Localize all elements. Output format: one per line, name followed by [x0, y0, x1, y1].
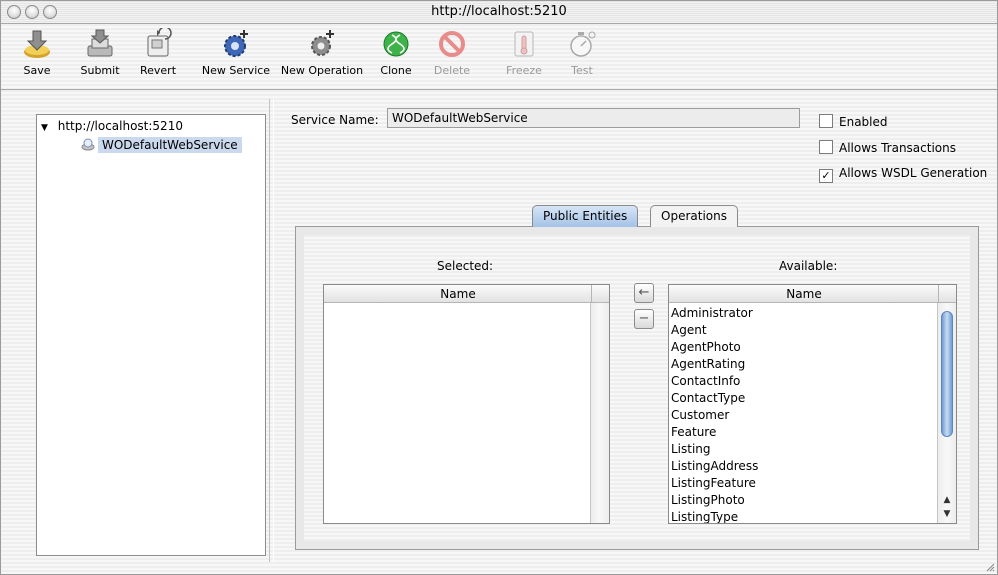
new-operation-icon — [311, 30, 334, 56]
clone-button[interactable]: Clone — [378, 28, 414, 77]
delete-button[interactable]: Delete — [430, 28, 474, 77]
vertical-scrollbar[interactable]: ▲ ▼ — [937, 303, 956, 523]
submit-icon — [87, 29, 113, 57]
list-item[interactable]: Listing — [671, 441, 758, 458]
scroll-thumb[interactable] — [941, 311, 953, 437]
list-item[interactable]: Administrator — [671, 305, 758, 322]
available-caption: Available: — [779, 259, 838, 273]
resize-grip-icon[interactable] — [985, 562, 995, 572]
title-bar[interactable]: http://localhost:5210 — [1, 1, 997, 24]
new-service-button[interactable]: New Service — [200, 28, 272, 77]
revert-button[interactable]: Revert — [136, 28, 180, 77]
allows-transactions-checkbox[interactable]: Allows Transactions — [819, 140, 956, 155]
revert-icon — [147, 28, 172, 57]
tree-root-label: http://localhost:5210 — [57, 119, 183, 133]
list-item[interactable]: ListingAddress — [671, 458, 758, 475]
add-entity-button[interactable]: ← — [634, 283, 654, 303]
list-item[interactable]: ListingType — [671, 509, 758, 523]
tree-item-label: WODefaultWebService — [98, 137, 242, 153]
checkbox-box[interactable] — [819, 114, 833, 128]
scroll-down-arrow-icon[interactable]: ▼ — [938, 507, 956, 521]
new-service-icon — [224, 30, 248, 57]
clone-icon — [383, 31, 409, 57]
tab-public-entities[interactable]: Public Entities — [532, 205, 639, 227]
list-item[interactable]: AgentPhoto — [671, 339, 758, 356]
tree-item-service[interactable]: WODefaultWebService — [81, 137, 242, 155]
list-item[interactable]: ContactInfo — [671, 373, 758, 390]
toolbar: Save Submit Revert New Service New Opera… — [1, 24, 997, 90]
vertical-scrollbar[interactable] — [590, 303, 609, 523]
list-item[interactable]: Customer — [671, 407, 758, 424]
selected-caption: Selected: — [437, 259, 494, 273]
save-icon — [24, 30, 50, 58]
arrow-left-icon: ← — [638, 285, 650, 300]
allows-wsdl-generation-checkbox[interactable]: ✓ Allows WSDL Generation — [819, 166, 987, 183]
selected-entities-table[interactable]: Name — [323, 284, 610, 524]
new-operation-button[interactable]: New Operation — [279, 28, 365, 77]
column-header-name[interactable]: Name — [324, 285, 592, 303]
stopwatch-icon — [570, 31, 596, 57]
header-corner — [938, 285, 956, 303]
freeze-button[interactable]: Freeze — [499, 28, 549, 77]
list-item[interactable]: AgentRating — [671, 356, 758, 373]
list-item[interactable]: ContactType — [671, 390, 758, 407]
disclosure-triangle-icon[interactable]: ▼ — [41, 123, 48, 133]
checkmark-icon[interactable]: ✓ — [819, 169, 833, 183]
enabled-checkbox[interactable]: Enabled — [819, 114, 888, 129]
save-button[interactable]: Save — [15, 28, 59, 77]
scroll-up-arrow-icon[interactable]: ▲ — [938, 493, 956, 507]
submit-button[interactable]: Submit — [75, 28, 125, 77]
list-item[interactable]: ListingFeature — [671, 475, 758, 492]
list-item[interactable]: ListingPhoto — [671, 492, 758, 509]
checkbox-box[interactable] — [819, 140, 833, 154]
column-header-name[interactable]: Name — [669, 285, 939, 303]
service-name-field[interactable] — [387, 108, 800, 128]
available-entities-list: Administrator Agent AgentPhoto AgentRati… — [671, 305, 758, 523]
service-tree[interactable]: ▼ http://localhost:5210 WODefaultWebServ… — [36, 114, 266, 556]
service-name-label: Service Name: — [291, 113, 379, 127]
delete-icon — [439, 31, 465, 57]
window-title: http://localhost:5210 — [431, 4, 567, 19]
remove-entity-button[interactable]: − — [634, 309, 654, 329]
list-item[interactable]: Feature — [671, 424, 758, 441]
freeze-icon — [514, 31, 534, 57]
split-view-divider[interactable] — [269, 99, 274, 562]
header-corner — [591, 285, 609, 303]
list-item[interactable]: Agent — [671, 322, 758, 339]
test-button[interactable]: Test — [562, 28, 602, 77]
tree-root-node[interactable]: ▼ http://localhost:5210 — [41, 119, 183, 133]
minus-icon: − — [638, 311, 650, 326]
service-icon — [81, 138, 95, 151]
app-window: http://localhost:5210 Save Submit Revert… — [0, 0, 998, 575]
tab-operations[interactable]: Operations — [650, 205, 738, 227]
available-entities-table[interactable]: Name Administrator Agent AgentPhoto Agen… — [668, 284, 957, 524]
